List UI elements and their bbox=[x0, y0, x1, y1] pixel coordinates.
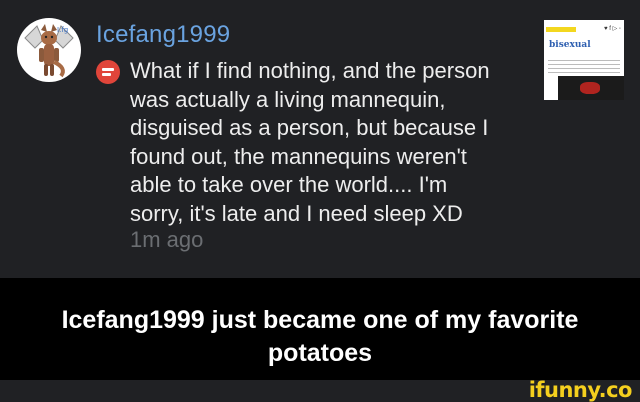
post-thumbnail[interactable]: ♥ f ▷ ◦ bisexual bbox=[544, 20, 624, 100]
meme-caption: Icefang1999 just became one of my favori… bbox=[61, 306, 579, 367]
comment-timestamp: 1m ago bbox=[130, 227, 204, 252]
svg-text:I.fg: I.fg bbox=[57, 26, 68, 34]
thumbnail-text-lines bbox=[548, 57, 620, 73]
comment-bubble-icon bbox=[96, 60, 120, 84]
top-definition-badge-icon bbox=[546, 27, 576, 32]
comment-panel: I.fg Icefang1999 What if I find nothing,… bbox=[0, 0, 640, 278]
ifunny-watermark: ifunny.co bbox=[528, 378, 633, 402]
thumbnail-character-image bbox=[580, 82, 600, 94]
user-avatar[interactable]: I.fg bbox=[17, 18, 81, 82]
comment-text: What if I find nothing, and the person w… bbox=[130, 58, 490, 226]
winged-fox-character-icon: I.fg bbox=[24, 24, 74, 78]
thumbnail-word: bisexual bbox=[549, 40, 591, 50]
comment-username[interactable]: Icefang1999 bbox=[96, 21, 230, 49]
share-icons: ♥ f ▷ ◦ bbox=[604, 26, 621, 32]
